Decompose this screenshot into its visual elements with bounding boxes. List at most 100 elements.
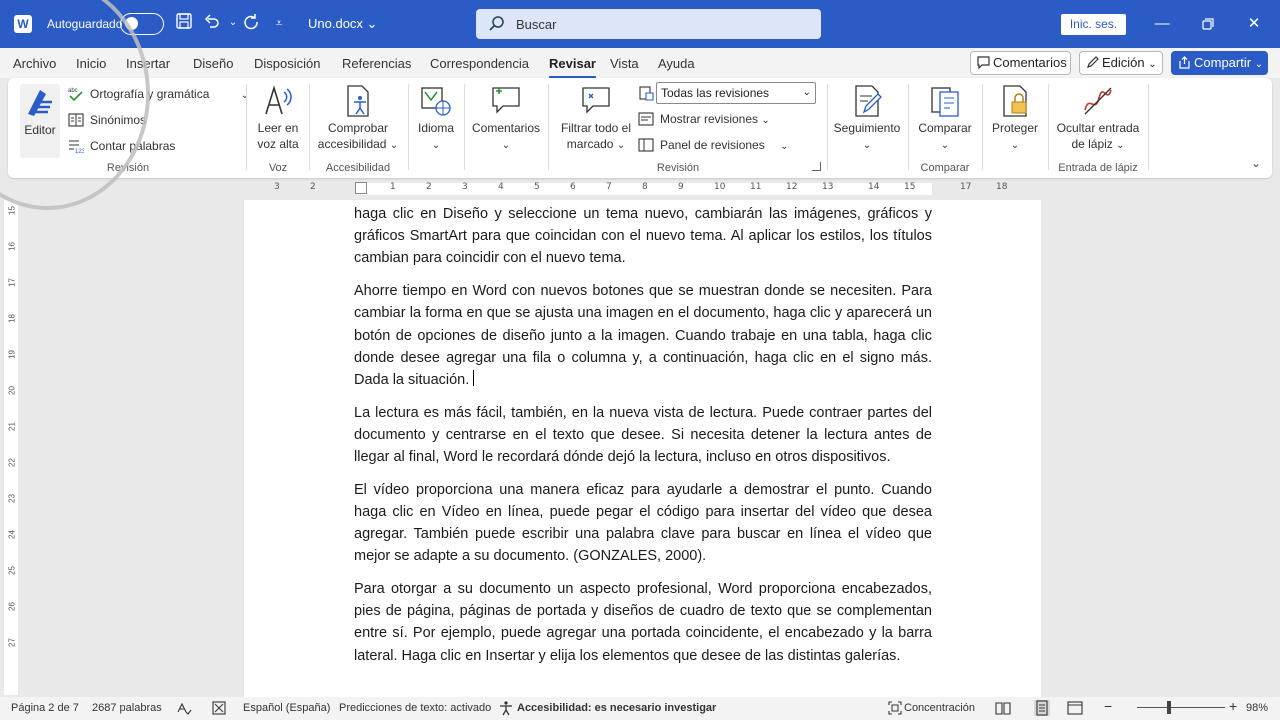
word-count-icon: 123: [69, 140, 84, 154]
text-predictions-status[interactable]: Predicciones de texto: activado: [339, 702, 491, 714]
page-count[interactable]: Página 2 de 7: [11, 702, 79, 714]
ruler-tick: 13: [822, 182, 834, 192]
group-separator: [1048, 84, 1049, 170]
ruler-tick: 6: [570, 182, 576, 192]
redo-icon[interactable]: [240, 12, 262, 34]
focus-mode-button[interactable]: Concentración: [904, 702, 975, 714]
ruler-tick: 15: [904, 182, 916, 192]
filter-markup-button[interactable]: Filtrar todo el marcado ⌄: [556, 84, 636, 154]
zoom-level[interactable]: 98%: [1246, 702, 1268, 714]
zoom-in-button[interactable]: +: [1229, 698, 1237, 714]
compare-button[interactable]: Comparar ⌄: [912, 84, 978, 154]
display-for-review-select[interactable]: Todas las revisiones ⌄: [656, 82, 816, 104]
ruler-tick: 26: [7, 602, 17, 611]
reviewing-pane-button[interactable]: Panel de revisiones ⌄: [638, 135, 788, 155]
collapse-ribbon-icon[interactable]: ⌄: [1251, 156, 1265, 170]
paragraph[interactable]: Para otorgar a su documento un aspecto p…: [354, 578, 932, 667]
read-aloud-button[interactable]: Leer en voz alta: [254, 84, 302, 152]
tab-insertar[interactable]: Insertar: [126, 56, 170, 71]
paragraph[interactable]: Ahorre tiempo en Word con nuevos botones…: [354, 280, 932, 391]
web-layout-icon[interactable]: [1067, 700, 1083, 716]
restore-icon[interactable]: [1196, 12, 1220, 36]
group-separator: [408, 84, 409, 170]
vertical-ruler[interactable]: 15 16 17 18 19 20 21 22 23 24 25 26 27: [4, 200, 18, 695]
hide-ink-button[interactable]: Ocultar entrada de lápiz ⌄: [1052, 84, 1144, 154]
accessibility-status[interactable]: Accesibilidad: es necesario investigar: [517, 702, 716, 714]
show-markup-icon: [638, 112, 654, 126]
indent-marker[interactable]: [355, 182, 367, 194]
save-icon[interactable]: [173, 12, 195, 34]
paragraph[interactable]: El vídeo proporciona una manera eficaz p…: [354, 479, 932, 568]
search-box[interactable]: Buscar: [476, 9, 821, 39]
tracking-button[interactable]: Seguimiento ⌄: [830, 84, 904, 154]
language-status[interactable]: Español (España): [243, 702, 330, 714]
tab-vista[interactable]: Vista: [610, 56, 639, 71]
language-button[interactable]: Idioma ⌄: [412, 84, 460, 154]
proofing-icon[interactable]: [176, 700, 192, 716]
zoom-slider-thumb[interactable]: [1167, 701, 1171, 714]
group-revision2-label: Revisión: [656, 162, 700, 174]
show-markup-button[interactable]: Mostrar revisiones ⌄: [638, 109, 770, 129]
group-separator: [309, 84, 310, 170]
read-mode-icon[interactable]: [995, 700, 1011, 716]
language-status-icon[interactable]: [211, 700, 227, 716]
ruler-tick: 10: [714, 182, 726, 192]
tab-diseno[interactable]: Diseño: [193, 56, 233, 71]
search-placeholder: Buscar: [516, 17, 557, 32]
ruler-tick: 2: [310, 182, 316, 192]
paragraph[interactable]: La lectura es más fácil, también, en la …: [354, 402, 932, 469]
ruler-tick: 20: [7, 386, 17, 395]
check-accessibility-button[interactable]: Comprobar accesibilidad ⌄: [316, 84, 400, 154]
track-changes-icon: [855, 85, 882, 117]
tab-correspondencia[interactable]: Correspondencia: [430, 56, 529, 71]
thesaurus-icon: [68, 113, 84, 127]
print-layout-icon[interactable]: [1034, 700, 1050, 716]
paragraph[interactable]: haga clic en Diseño y seleccione un tema…: [354, 203, 932, 270]
minimize-icon[interactable]: —: [1150, 12, 1174, 36]
document-page[interactable]: haga clic en Diseño y seleccione un tema…: [244, 200, 1041, 697]
comments-button[interactable]: Comentarios: [970, 51, 1071, 75]
ruler-tick: 7: [606, 182, 612, 192]
ruler-tick: 8: [642, 182, 648, 192]
revision-launcher-icon[interactable]: [812, 162, 821, 171]
customize-toolbar-icon[interactable]: ⩡: [268, 12, 290, 34]
ruler-tick: 16: [7, 242, 17, 251]
language-icon: [421, 87, 451, 116]
lock-icon: [1003, 85, 1027, 117]
document-name[interactable]: Uno.docx ⌄: [308, 16, 377, 32]
ruler-tick: 27: [7, 638, 17, 647]
protect-button[interactable]: Proteger ⌄: [986, 84, 1044, 154]
focus-icon[interactable]: [887, 700, 903, 716]
editor-button[interactable]: Editor: [20, 84, 60, 158]
document-body[interactable]: haga clic en Diseño y seleccione un tema…: [354, 203, 932, 677]
word-count[interactable]: 2687 palabras: [92, 702, 162, 714]
share-button[interactable]: Compartir ⌄: [1171, 51, 1268, 75]
read-aloud-icon: [265, 85, 292, 115]
comments-ribbon-button[interactable]: Comentarios ⌄: [468, 84, 544, 154]
autosave-toggle[interactable]: [120, 13, 164, 35]
tab-archivo[interactable]: Archivo: [13, 56, 56, 71]
undo-icon[interactable]: [201, 12, 223, 34]
ruler-tick: 15: [7, 206, 17, 215]
horizontal-ruler[interactable]: 3 2 1 2 3 4 5 6 7 8 9 10 11 12 13 14 15 …: [244, 182, 1041, 196]
tab-referencias[interactable]: Referencias: [342, 56, 411, 71]
editing-mode-button[interactable]: Edición ⌄: [1079, 51, 1163, 75]
word-count-button[interactable]: 123 Contar palabras: [68, 136, 175, 156]
signin-button[interactable]: Inic. ses.: [1061, 14, 1126, 35]
zoom-slider[interactable]: [1137, 707, 1225, 708]
ruler-tick: 18: [996, 182, 1008, 192]
thesaurus-button[interactable]: Sinónimos: [68, 110, 146, 130]
hide-ink-icon: [1084, 87, 1112, 115]
close-icon[interactable]: ✕: [1242, 12, 1266, 36]
spelling-grammar-button[interactable]: abc Ortografía y gramática ⌄: [68, 84, 249, 104]
zoom-out-button[interactable]: −: [1104, 698, 1112, 714]
accessibility-status-icon[interactable]: [498, 700, 514, 716]
ruler-tick: 14: [868, 182, 880, 192]
tab-revisar[interactable]: Revisar: [549, 56, 596, 79]
ruler-tick: 3: [462, 182, 468, 192]
tab-disposicion[interactable]: Disposición: [254, 56, 320, 71]
tab-inicio[interactable]: Inicio: [76, 56, 106, 71]
autosave-label: Autoguardado: [47, 17, 123, 31]
group-separator: [827, 84, 828, 170]
tab-ayuda[interactable]: Ayuda: [658, 56, 695, 71]
